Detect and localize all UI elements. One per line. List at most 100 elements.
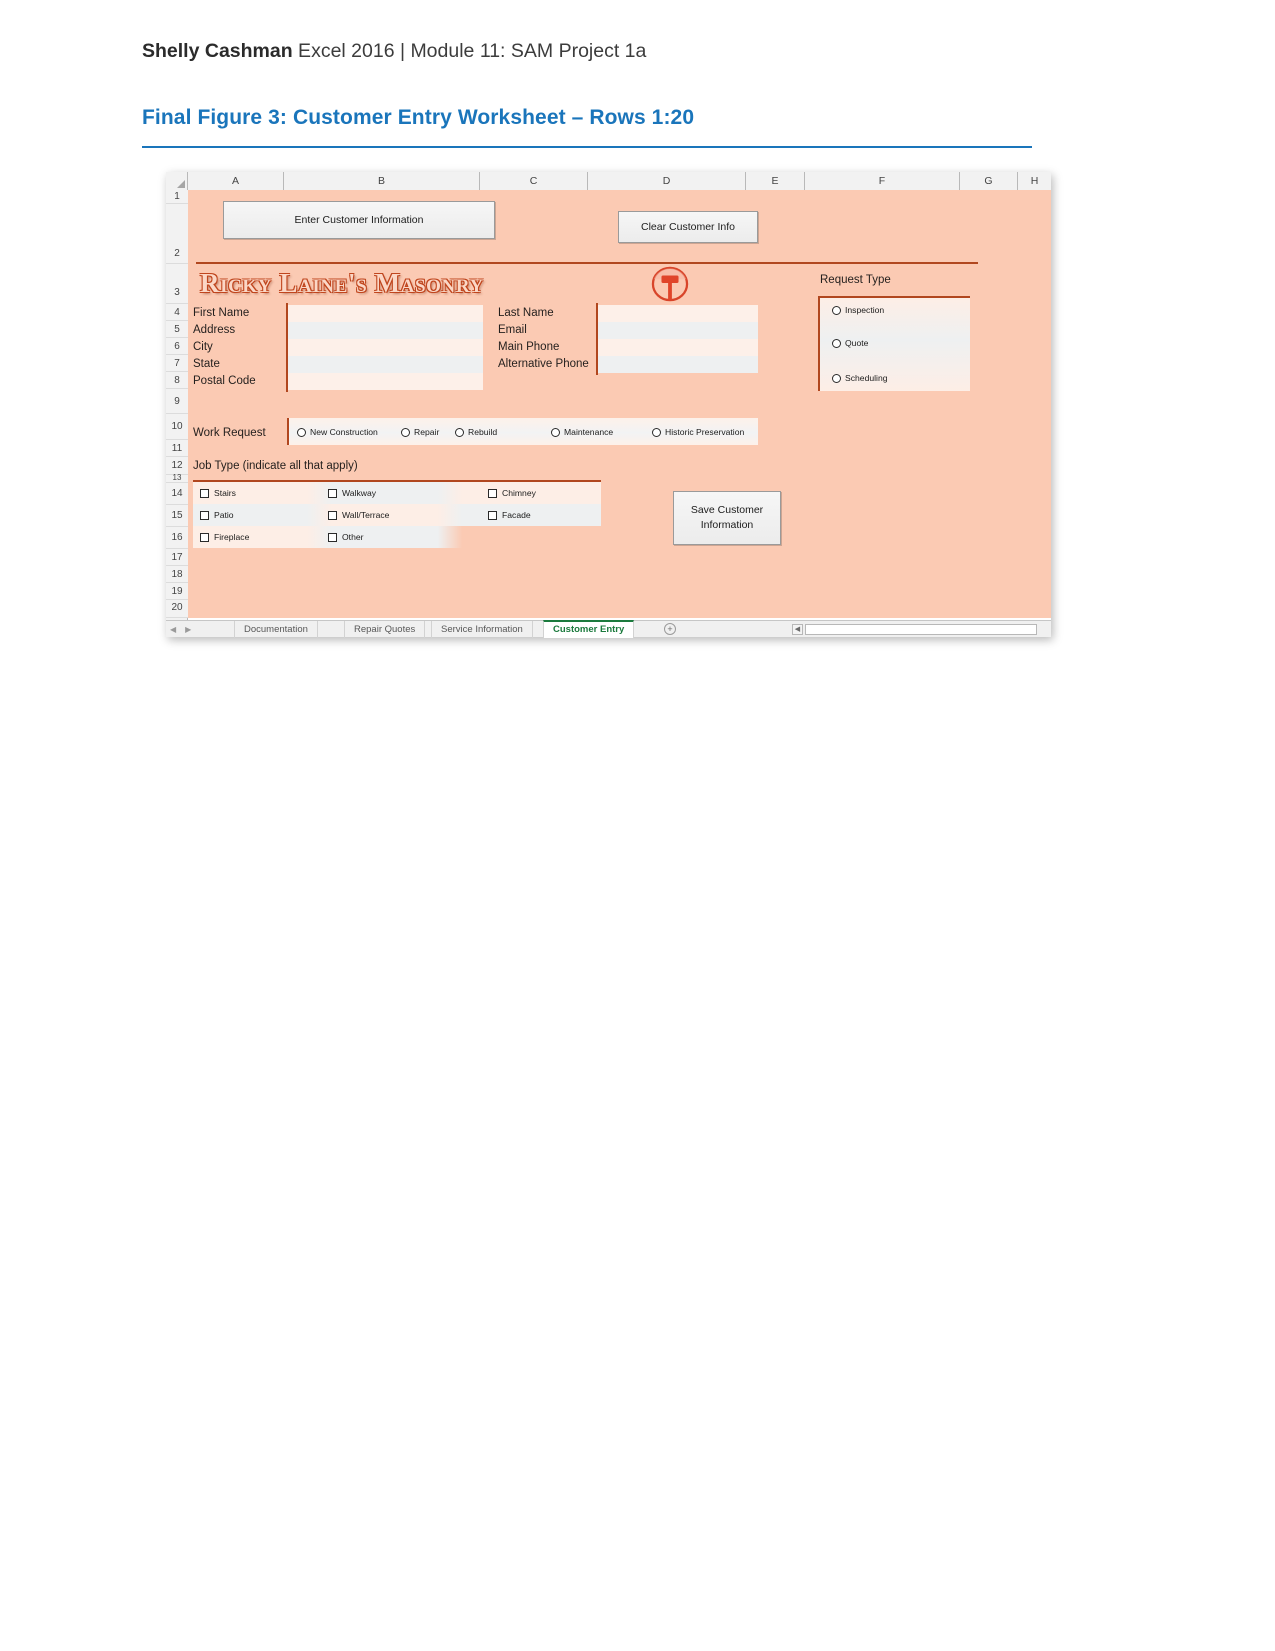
- radio-icon[interactable]: [832, 338, 841, 348]
- column-header-h[interactable]: H: [1018, 172, 1051, 190]
- job-type-option-wall-terrace[interactable]: Wall/Terrace: [328, 510, 389, 520]
- document-header-rest: Excel 2016 | Module 11: SAM Project 1a: [292, 40, 647, 62]
- row-header-13[interactable]: 13: [166, 474, 188, 483]
- row-header-7[interactable]: 7: [166, 355, 188, 372]
- work-request-option-rebuild[interactable]: Rebuild: [455, 427, 497, 437]
- checkbox-icon[interactable]: [488, 510, 497, 520]
- row-header-3[interactable]: 3: [166, 264, 188, 304]
- column-header-a[interactable]: A: [188, 172, 284, 190]
- label-main-phone: Main Phone: [498, 341, 560, 353]
- row-header-9[interactable]: 9: [166, 389, 188, 414]
- request-type-option-quote-label: Quote: [845, 338, 869, 348]
- request-type-option-inspection[interactable]: Inspection: [832, 305, 884, 315]
- radio-icon[interactable]: [832, 305, 841, 315]
- radio-icon[interactable]: [455, 427, 464, 437]
- checkbox-icon[interactable]: [200, 510, 209, 520]
- column-header-g[interactable]: G: [960, 172, 1018, 190]
- row-header-18[interactable]: 18: [166, 566, 188, 583]
- checkbox-icon[interactable]: [328, 488, 337, 498]
- job-type-option-facade[interactable]: Facade: [488, 510, 531, 520]
- label-postal-code: Postal Code: [193, 375, 256, 387]
- checkbox-icon[interactable]: [488, 488, 497, 498]
- postal-code-input-band[interactable]: [288, 373, 483, 390]
- work-request-option-historic-preservation-label: Historic Preservation: [665, 427, 745, 437]
- main-phone-input-band[interactable]: [598, 339, 758, 356]
- city-input-band[interactable]: [288, 339, 483, 356]
- work-request-option-historic-preservation[interactable]: Historic Preservation: [652, 427, 744, 437]
- clear-customer-info-button[interactable]: Clear Customer Info: [618, 211, 758, 243]
- row-header-5[interactable]: 5: [166, 321, 188, 338]
- next-sheet-icon[interactable]: ▶: [185, 625, 191, 634]
- radio-icon[interactable]: [832, 373, 841, 383]
- email-input-band[interactable]: [598, 322, 758, 339]
- checkbox-icon[interactable]: [328, 532, 337, 542]
- request-type-option-quote[interactable]: Quote: [832, 338, 868, 348]
- column-header-b[interactable]: B: [284, 172, 480, 190]
- job-type-option-fireplace-label: Fireplace: [214, 532, 250, 542]
- select-all-corner[interactable]: [166, 172, 188, 190]
- checkbox-icon[interactable]: [200, 532, 209, 542]
- job-type-option-stairs[interactable]: Stairs: [200, 488, 236, 498]
- hscroll-left-arrow[interactable]: ◀: [792, 624, 803, 635]
- sheet-tab-customer-entry[interactable]: Customer Entry: [543, 620, 635, 638]
- job-type-option-walkway[interactable]: Walkway: [328, 488, 376, 498]
- plus-circle-icon[interactable]: +: [664, 623, 676, 635]
- radio-icon[interactable]: [551, 427, 560, 437]
- company-logo: Ricky Laine's Masonry: [196, 266, 696, 302]
- first-name-input-band[interactable]: [288, 305, 483, 322]
- job-type-option-other[interactable]: Other: [328, 532, 364, 542]
- enter-customer-information-button[interactable]: Enter Customer Information: [223, 201, 495, 239]
- row-header-1[interactable]: 1: [166, 190, 188, 204]
- job-type-option-fireplace[interactable]: Fireplace: [200, 532, 249, 542]
- column-header-c[interactable]: C: [480, 172, 588, 190]
- row-header-4[interactable]: 4: [166, 304, 188, 321]
- radio-icon[interactable]: [652, 427, 661, 437]
- horizontal-scrollbar[interactable]: [805, 624, 1037, 635]
- radio-icon[interactable]: [297, 427, 306, 437]
- job-type-row-stripe-2: [193, 504, 601, 526]
- work-request-option-new-construction-label: New Construction: [310, 427, 378, 437]
- column-header-d[interactable]: D: [588, 172, 746, 190]
- worksheet-canvas[interactable]: Enter Customer Information Clear Custome…: [188, 190, 1051, 620]
- row-header-6[interactable]: 6: [166, 338, 188, 355]
- sheet-tab-repair-quotes[interactable]: Repair Quotes: [344, 621, 426, 638]
- job-type-row-stripe-1: [193, 482, 601, 504]
- request-type-option-scheduling[interactable]: Scheduling: [832, 373, 888, 383]
- work-request-option-maintenance[interactable]: Maintenance: [551, 427, 613, 437]
- row-header-14[interactable]: 14: [166, 483, 188, 505]
- job-type-option-patio[interactable]: Patio: [200, 510, 234, 520]
- sheet-nav-buttons[interactable]: ◀ ▶: [170, 622, 210, 637]
- row-header-11[interactable]: 11: [166, 440, 188, 457]
- column-header-f[interactable]: F: [805, 172, 960, 190]
- last-name-input-band[interactable]: [598, 305, 758, 322]
- radio-icon[interactable]: [401, 427, 410, 437]
- previous-sheet-icon[interactable]: ◀: [170, 625, 176, 634]
- row-header-16[interactable]: 16: [166, 527, 188, 549]
- document-header: Shelly Cashman Excel 2016 | Module 11: S…: [142, 40, 646, 63]
- form-background: [188, 190, 1051, 618]
- row-header-10[interactable]: 10: [166, 414, 188, 440]
- job-type-option-chimney[interactable]: Chimney: [488, 488, 536, 498]
- work-request-accent-bar: [287, 418, 289, 445]
- work-request-option-repair[interactable]: Repair: [401, 427, 439, 437]
- address-input-band[interactable]: [288, 322, 483, 339]
- row-header-2[interactable]: 2: [166, 204, 188, 264]
- checkbox-icon[interactable]: [328, 510, 337, 520]
- save-customer-information-button[interactable]: Save Customer Information: [673, 491, 781, 545]
- row-header-19[interactable]: 19: [166, 583, 188, 600]
- work-request-option-new-construction[interactable]: New Construction: [297, 427, 378, 437]
- checkbox-icon[interactable]: [200, 488, 209, 498]
- alt-phone-input-band[interactable]: [598, 356, 758, 373]
- row-header-15[interactable]: 15: [166, 505, 188, 527]
- row-header-8[interactable]: 8: [166, 372, 188, 389]
- sheet-tab-documentation[interactable]: Documentation: [234, 621, 318, 638]
- sheet-tab-bar: ◀ ▶ Documentation Repair Quotes Service …: [166, 620, 1051, 638]
- label-address: Address: [193, 324, 236, 336]
- state-input-band[interactable]: [288, 356, 483, 373]
- company-logo-text: Ricky Laine's Masonry: [200, 268, 484, 298]
- job-type-option-patio-label: Patio: [214, 510, 234, 520]
- column-header-e[interactable]: E: [746, 172, 805, 190]
- row-header-20[interactable]: 20: [166, 600, 188, 618]
- sheet-tab-service-information[interactable]: Service Information: [431, 621, 533, 638]
- row-header-17[interactable]: 17: [166, 549, 188, 566]
